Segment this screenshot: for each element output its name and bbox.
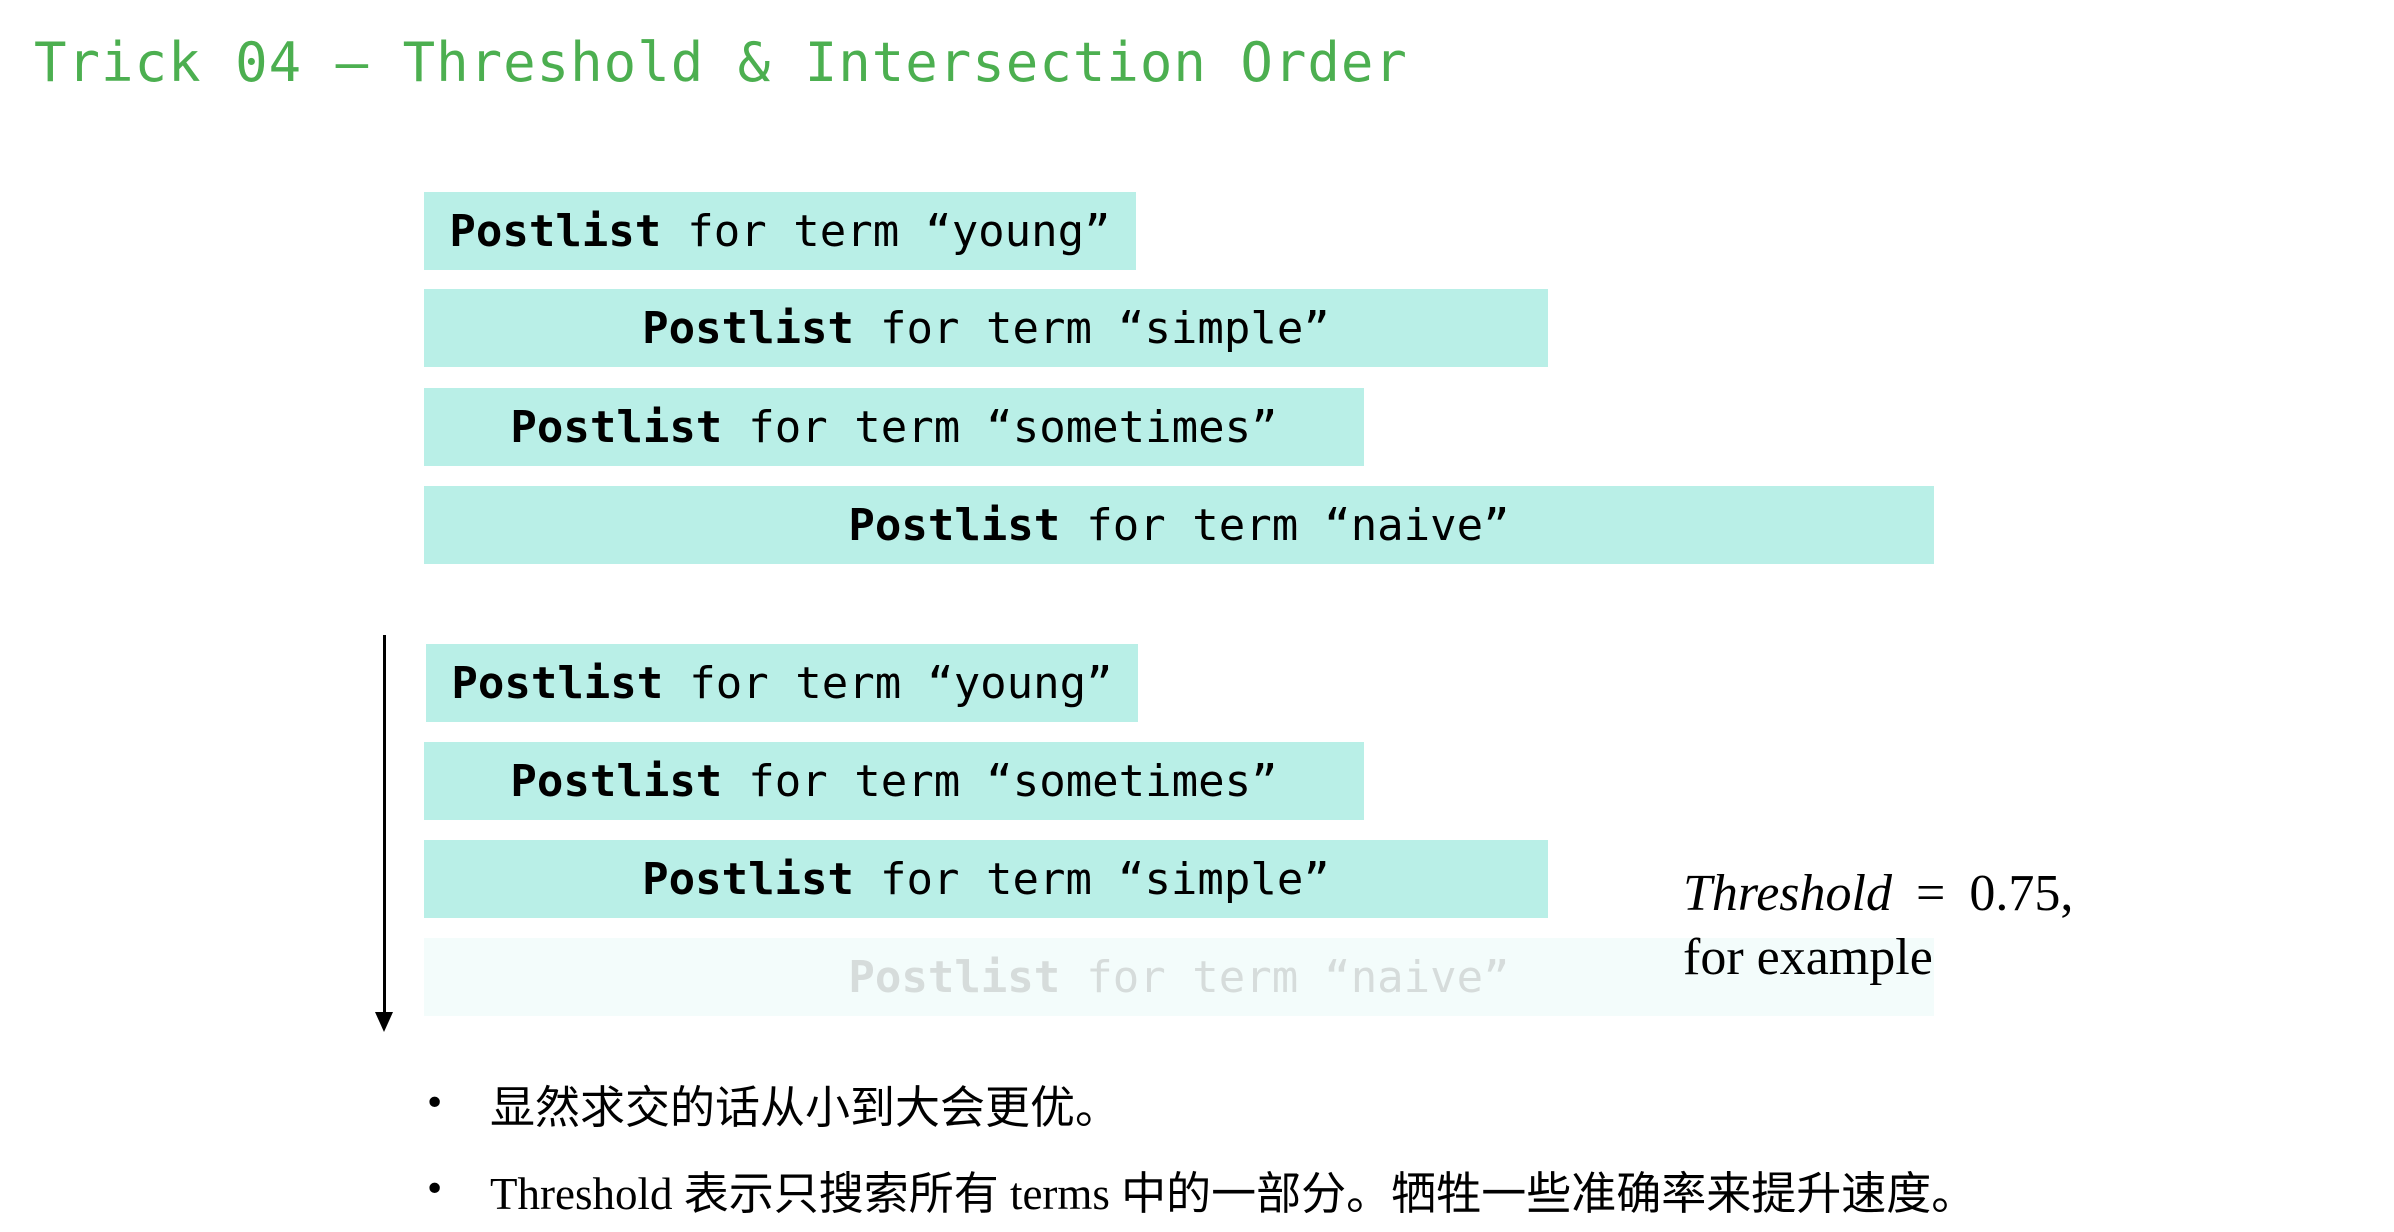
postlist-keyword: Postlist [848, 499, 1061, 551]
postlist-bar-simple: Postlist for term “simple” [424, 289, 1548, 367]
threshold-note: for example [1683, 929, 1933, 986]
sorted-bar-simple: Postlist for term “simple” [424, 840, 1548, 918]
sorted-bar-sometimes: Postlist for term “sometimes” [424, 742, 1364, 820]
postlist-middle: for term [748, 755, 961, 807]
threshold-variable: Threshold [1683, 865, 1892, 922]
postlist-keyword: Postlist [510, 755, 723, 807]
postlist-keyword: Postlist [451, 657, 664, 709]
postlist-middle: for term [880, 302, 1092, 354]
order-arrow-line [383, 635, 386, 1027]
threshold-equals: = [1916, 865, 1946, 922]
bullet-text: Threshold 表示只搜索所有 terms 中的一部分。牺牲一些准确率来提升… [490, 1168, 1977, 1219]
postlist-bar-sometimes: Postlist for term “sometimes” [424, 388, 1364, 466]
postlist-term: “naive” [1324, 951, 1510, 1003]
threshold-value: 0.75, [1969, 865, 2074, 922]
bullet-item: • Threshold 表示只搜索所有 terms 中的一部分。牺牲一些准确率来… [424, 1146, 1976, 1232]
postlist-keyword: Postlist [510, 401, 723, 453]
postlist-term: “sometimes” [986, 401, 1278, 453]
bullet-list: • 显然求交的话从小到大会更优。 • Threshold 表示只搜索所有 ter… [424, 1060, 1976, 1232]
postlist-middle: for term [748, 401, 961, 453]
postlist-bar-young: Postlist for term “young” [424, 192, 1136, 270]
postlist-term: “sometimes” [986, 755, 1278, 807]
postlist-middle: for term [687, 205, 900, 257]
slide-title: Trick 04 — Threshold & Intersection Orde… [34, 31, 1408, 94]
postlist-keyword: Postlist [848, 951, 1061, 1003]
postlist-bar-naive: Postlist for term “naive” [424, 486, 1934, 564]
bullet-item: • 显然求交的话从小到大会更优。 [424, 1060, 1976, 1146]
bullet-dot-icon: • [424, 1082, 446, 1124]
sorted-bar-young: Postlist for term “young” [426, 644, 1138, 722]
postlist-keyword: Postlist [642, 302, 855, 354]
postlist-term: “young” [927, 657, 1113, 709]
bullet-text: 显然求交的话从小到大会更优。 [490, 1082, 1121, 1133]
threshold-formula: Threshold = 0.75, [1683, 862, 2073, 926]
postlist-middle: for term [689, 657, 902, 709]
postlist-middle: for term [1086, 499, 1299, 551]
postlist-term: “simple” [1117, 302, 1330, 354]
postlist-term: “simple” [1117, 853, 1330, 905]
threshold-annotation: Threshold = 0.75, for example [1683, 862, 2073, 990]
bullet-dot-icon: • [424, 1168, 446, 1210]
order-arrow-head [375, 1012, 393, 1032]
postlist-keyword: Postlist [642, 853, 855, 905]
postlist-middle: for term [1086, 951, 1299, 1003]
postlist-term: “young” [925, 205, 1111, 257]
postlist-term: “naive” [1324, 499, 1510, 551]
postlist-keyword: Postlist [449, 205, 662, 257]
postlist-middle: for term [880, 853, 1092, 905]
